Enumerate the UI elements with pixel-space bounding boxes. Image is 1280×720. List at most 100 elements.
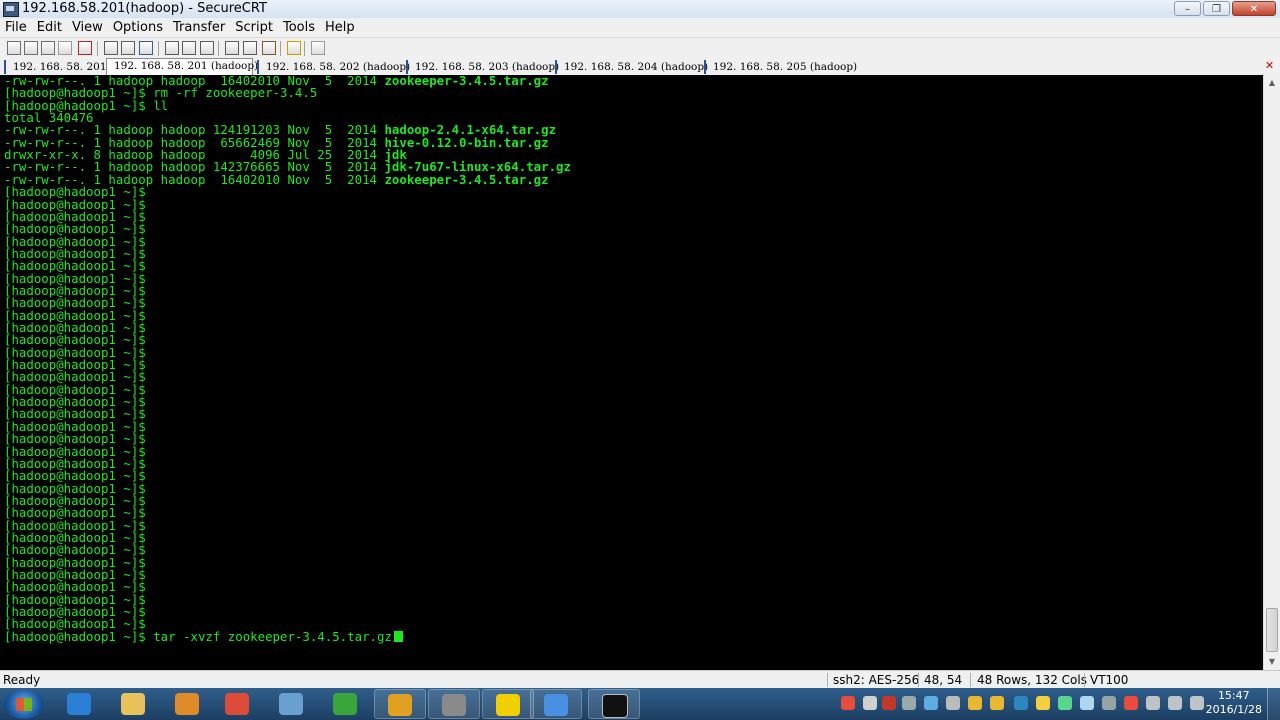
media-player-taskbar-button[interactable] [162,689,214,719]
scrollbar-thumb[interactable] [1266,608,1278,652]
toolbar-separator [280,41,281,56]
tray-icon[interactable] [1080,696,1094,710]
chrome-taskbar-button[interactable] [212,689,264,719]
file-explorer-taskbar-button[interactable] [108,689,160,719]
session-tab-strip: ✕ 192. 168. 58. 201 192. 168. 58. 201 (ha… [0,58,1280,76]
tray-icon[interactable] [990,696,1004,710]
paste-icon[interactable] [121,41,135,55]
internet-explorer-taskbar-button[interactable] [54,689,106,719]
start-button[interactable] [4,690,44,719]
tray-icon[interactable] [1036,696,1050,710]
session-tab[interactable]: 192. 168. 58. 203 (hadoop) [406,60,559,74]
tray-icon[interactable] [841,696,855,710]
session-options-icon[interactable] [225,41,239,55]
show-desktop-button[interactable] [1267,688,1280,720]
tray-icon[interactable] [1014,696,1028,710]
status-terminal-size: 48 Rows, 132 Cols [977,673,1087,687]
copy-icon[interactable] [104,41,118,55]
help-icon[interactable] [287,41,301,55]
session-tab[interactable]: 192. 168. 58. 204 (hadoop) [555,60,708,74]
tray-icon[interactable] [863,696,877,710]
toolbar-separator [158,41,159,56]
connect-tab-icon[interactable] [41,41,55,55]
tray-icon[interactable] [946,696,960,710]
file-name: zookeeper-3.4.5.tar.gz [384,75,549,88]
session-tab[interactable]: 192. 168. 58. 202 (hadoop) [257,60,410,74]
tray-icon[interactable] [1102,696,1116,710]
refresh-icon [333,693,357,715]
connect-icon[interactable] [7,41,21,55]
terminal-scrollbar[interactable]: ▲ ▼ [1263,75,1280,670]
e-taskbar-button[interactable] [374,689,426,719]
music-taskbar-button[interactable] [482,689,534,719]
folder-taskbar-button[interactable] [530,689,582,719]
toolbar [0,37,1280,60]
disconnect-icon[interactable] [78,41,92,55]
print-icon[interactable] [200,41,214,55]
tray-icon[interactable] [924,696,938,710]
menu-script[interactable]: Script [230,18,278,37]
chrome-icon [225,693,249,715]
toolbar-separator [304,41,305,56]
file-explorer-icon [121,693,145,715]
folder-icon [544,694,568,716]
close-button[interactable]: ✕ [1232,1,1276,16]
menu-transfer[interactable]: Transfer [168,18,230,37]
minimize-button[interactable]: – [1174,1,1201,16]
scroll-down-arrow-icon[interactable]: ▼ [1264,654,1280,670]
tray-icon[interactable] [1190,696,1204,710]
tray-icon[interactable] [1124,696,1138,710]
taskbar-clock[interactable]: 15:47 2016/1/28 [1206,689,1262,717]
tray-icon[interactable] [882,696,896,710]
media-player-icon [175,693,199,715]
print-setup-icon[interactable] [165,41,179,55]
file-name: hive-0.12.0-bin.tar.gz [384,134,549,150]
status-divider [970,673,971,687]
securecrt-app-icon[interactable] [3,2,19,17]
map-keys-icon[interactable] [311,41,325,55]
status-emulation: VT100 [1090,673,1129,687]
menu-help[interactable]: Help [320,18,360,37]
global-options-icon[interactable] [243,41,257,55]
sftp-icon[interactable] [262,41,276,55]
menu-tools[interactable]: Tools [278,18,320,37]
status-divider [827,673,828,687]
clock-date: 2016/1/28 [1205,703,1262,716]
restore-button[interactable]: ❐ [1203,1,1230,16]
menu-view[interactable]: View [67,18,108,37]
session-tab[interactable]: 192. 168. 58. 201 (hadoop) [106,58,258,75]
session-tab[interactable]: 192. 168. 58. 201 [4,60,107,74]
music-icon [496,694,520,716]
tray-icon[interactable] [902,696,916,710]
close-tab-icon[interactable]: ✕ [1263,60,1276,73]
terminal-line: [hadoop@hadoop1 ~]$ tar -xvzf zookeeper-… [4,630,403,643]
windows-taskbar: 15:47 2016/1/28 [0,688,1280,720]
find-icon[interactable] [139,41,153,55]
terminal-output[interactable]: -rw-rw-r--. 1 hadoop hadoop 16402010 Nov… [0,75,1263,670]
tool-icon [279,693,303,715]
e-icon [388,694,412,716]
menu-edit[interactable]: Edit [32,18,67,37]
internet-explorer-icon [67,693,91,715]
tool-taskbar-button[interactable] [266,689,318,719]
terminal-icon [602,694,628,718]
terminal-taskbar-button[interactable] [588,689,640,719]
window-title: 192.168.58.201(hadoop) - SecureCRT [22,1,267,16]
refresh-taskbar-button[interactable] [320,689,372,719]
status-bar: Ready ssh2: AES-256 48, 54 48 Rows, 132 … [0,670,1280,689]
tray-icon[interactable] [1168,696,1182,710]
session-tab[interactable]: 192. 168. 58. 205 (hadoop) [704,60,857,74]
tray-icon[interactable] [968,696,982,710]
quick-connect-icon[interactable] [24,41,38,55]
tray-icon[interactable] [1058,696,1072,710]
tray-icon[interactable] [1146,696,1160,710]
print-selection-icon[interactable] [182,41,196,55]
menu-file[interactable]: File [0,18,32,37]
status-text: Ready [3,673,41,687]
menu-options[interactable]: Options [108,18,168,37]
clock-time: 15:47 [1217,689,1250,702]
reconnect-icon[interactable] [58,41,72,55]
scroll-up-arrow-icon[interactable]: ▲ [1264,75,1280,91]
tool-taskbar-button[interactable] [428,689,480,719]
window-controls: – ❐ ✕ [1174,1,1276,17]
